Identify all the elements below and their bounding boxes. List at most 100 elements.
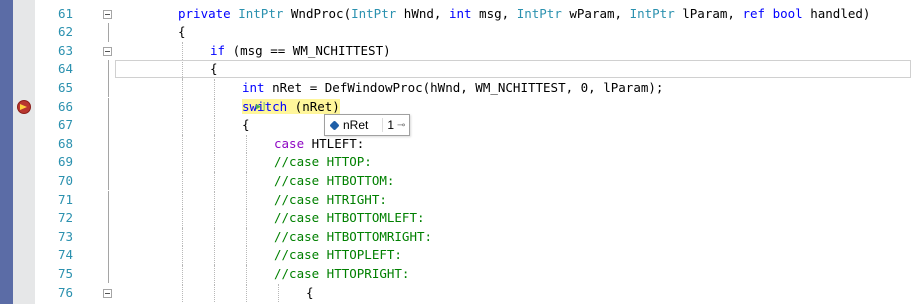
line-number: 67 [57,117,73,133]
code-token: { [306,284,314,300]
code-line[interactable]: 61 private IntPtr WndProc(IntPtr hWnd, in… [35,5,911,24]
indent-guide [214,209,216,228]
line-number: 75 [57,265,73,281]
code-token: if [210,42,226,58]
code-text[interactable]: //case HTTOPRIGHT: [274,265,409,284]
fold-line [108,153,109,172]
fold-line [108,246,109,265]
code-text[interactable]: //case HTBOTTOMLEFT: [274,209,425,228]
indent-guide [278,283,280,303]
line-number: 72 [57,210,73,226]
indent-guide [214,78,216,98]
current-statement-breakpoint-icon[interactable] [17,100,31,114]
code-text[interactable]: private IntPtr WndProc(IntPtr hWnd, int … [178,5,870,24]
code-token: wParam, [561,5,630,21]
line-number: 64 [57,61,73,77]
code-text[interactable]: //case HTBOTTOM: [274,172,394,191]
code-text[interactable]: if (msg == WM_NCHITTEST) [210,42,391,61]
code-text[interactable]: { [306,284,314,303]
code-line[interactable]: 73 //case HTBOTTOMRIGHT: [35,227,911,247]
indent-guide [182,116,184,135]
code-line[interactable]: 70 //case HTBOTTOM: [35,171,911,191]
code-editor[interactable]: 61 private IntPtr WndProc(IntPtr hWnd, in… [0,0,911,304]
indent-guide [246,190,248,210]
fold-line [108,23,109,42]
code-text[interactable]: //case HTRIGHT: [274,191,387,210]
line-number: 63 [57,42,73,58]
line-number: 66 [57,98,73,114]
line-number: 65 [57,79,73,95]
indent-guide [214,171,216,191]
code-line[interactable]: 68 case HTLEFT: [35,134,911,154]
code-line[interactable]: 74 //case HTTOPLEFT: [35,246,911,265]
line-number: 76 [57,284,73,300]
code-token: IntPtr [351,5,397,21]
code-text[interactable]: //case HTTOPLEFT: [274,246,402,265]
code-token: case [274,135,305,151]
comment-token: //case HTTOP: [274,154,372,170]
code-token: int [242,79,265,95]
indent-guide [214,190,216,210]
collapse-icon[interactable] [103,288,112,298]
code-token: handled) [802,5,871,21]
code-token: nRet = DefWindowProc(hWnd, WM_NCHITTEST,… [264,79,664,95]
line-number: 74 [57,247,73,263]
code-line[interactable]: 69 //case HTTOP: [35,153,911,172]
indent-guide [246,227,248,247]
code-token: lParam, [674,5,743,21]
datatip[interactable]: nRet 1 ⊸ [324,114,411,136]
code-line[interactable]: 72 //case HTBOTTOMLEFT: [35,209,911,228]
caret-line-highlight [115,60,911,79]
code-line[interactable]: 66 switch (nRet) ▶| [35,97,911,117]
comment-token: //case HTBOTTOMLEFT: [274,210,425,226]
fold-line [108,209,109,228]
glyph-margin[interactable] [13,0,35,304]
fold-line [108,78,109,98]
code-token: IntPtr [238,5,284,21]
pin-icon[interactable]: ⊸ [397,120,409,131]
code-area[interactable]: 61 private IntPtr WndProc(IntPtr hWnd, in… [35,0,911,304]
indent-guide [182,97,184,117]
code-line[interactable]: 75 //case HTTOPRIGHT: [35,264,911,284]
line-number: 70 [57,172,73,188]
code-text[interactable]: { [242,116,250,135]
indent-guide [246,134,248,154]
indent-guide [182,264,184,284]
code-text[interactable]: int nRet = DefWindowProc(hWnd, WM_NCHITT… [242,79,663,98]
code-text[interactable]: { [178,23,186,42]
code-line[interactable]: 71 //case HTRIGHT: [35,190,911,210]
code-line[interactable]: 62 { [35,23,911,42]
indent-guide [182,190,184,210]
indicator-margin[interactable] [0,0,13,304]
indent-guide [182,171,184,191]
indent-guide [214,246,216,265]
indent-guide [214,153,216,172]
code-text[interactable]: //case HTBOTTOMRIGHT: [274,228,432,247]
code-line[interactable]: 63 if (msg == WM_NCHITTEST) [35,41,911,61]
datatip-value[interactable]: 1 [382,118,397,132]
indent-guide [182,227,184,247]
fold-line [108,97,109,117]
collapse-icon[interactable] [103,46,112,56]
comment-token: //case HTTOPRIGHT: [274,265,410,281]
comment-token: //case HTBOTTOMRIGHT: [274,228,433,244]
code-line[interactable]: 65 int nRet = DefWindowProc(hWnd, WM_NCHI… [35,78,911,98]
indent-guide [246,171,248,191]
code-token: msg, [471,5,517,21]
code-token: (nRet) [287,98,340,114]
fold-line [108,190,109,210]
code-line[interactable]: 67 { [35,116,911,135]
run-to-click-icon[interactable]: ▶| [256,98,267,116]
code-text[interactable]: case HTLEFT: [274,135,364,154]
indent-guide [182,41,184,61]
code-line[interactable]: 76 { [35,283,911,303]
code-text[interactable]: //case HTTOP: [274,153,372,172]
collapse-icon[interactable] [103,9,112,19]
indent-guide [182,283,184,303]
fold-line [108,134,109,154]
indent-guide [182,78,184,98]
line-number: 69 [57,154,73,170]
indent-guide [214,264,216,284]
code-token: ref bool [742,5,803,21]
code-token: (msg == WM_NCHITTEST) [225,42,391,58]
